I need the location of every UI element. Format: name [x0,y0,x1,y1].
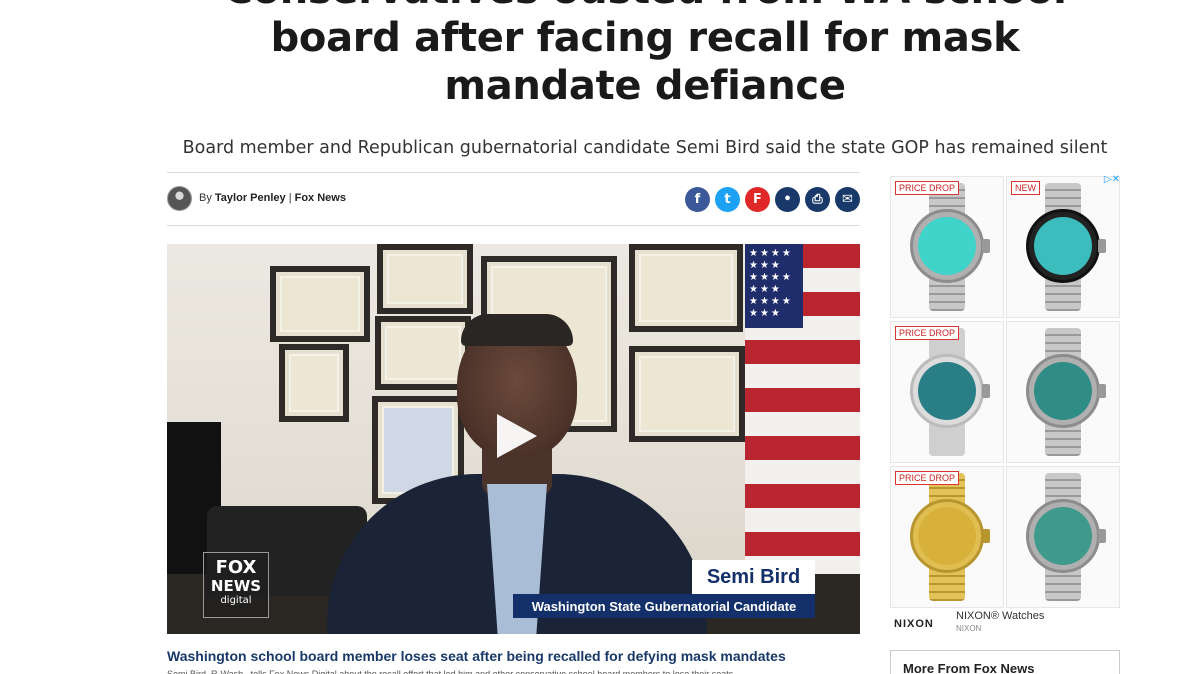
share-toolbar: f t F • ⎙ ✉ [685,187,860,212]
comment-icon[interactable]: • [775,187,800,212]
ad-footer[interactable]: NIXON NIXON® Watches NIXON [890,608,1120,636]
print-icon[interactable]: ⎙ [805,187,830,212]
ad-product-tile[interactable]: PRICE DROP [890,321,1004,463]
ad-title[interactable]: NIXON® Watches [956,610,1044,622]
lower-third-name: Semi Bird [692,560,815,594]
watch-icon [902,328,992,456]
video-caption-link[interactable]: Washington school board member loses sea… [167,648,860,664]
play-icon[interactable] [497,414,537,458]
ad-product-grid: PRICE DROP NEW PRICE DROP PRICE DROP [890,176,1120,608]
lower-third-title: Washington State Gubernatorial Candidate [513,594,815,618]
nixon-logo: NIXON [894,618,934,630]
speaker-figure [327,314,707,634]
watch-icon [1018,328,1108,456]
watch-icon [1018,473,1108,601]
byline-separator: | [288,192,292,204]
logo-line-2: NEWS [210,577,262,595]
more-from-title: More From Fox News [903,661,1035,674]
fox-news-digital-logo: FOX NEWS digital [203,552,269,618]
watch-icon [902,183,992,311]
video-player[interactable]: ★★★★ ★★★ ★★★★ ★★★ ★★★★ ★★★ FOX NEWS digi… [167,244,860,634]
ad-product-tile[interactable] [1006,321,1120,463]
watch-icon [902,473,992,601]
wall-frame [377,244,473,314]
ad-badge: PRICE DROP [895,326,960,340]
ad-product-tile[interactable] [1006,466,1120,608]
ad-product-tile[interactable]: PRICE DROP [890,466,1004,608]
byline: By Taylor Penley | Fox News [199,192,346,204]
ad-badge: PRICE DROP [895,181,960,195]
byline-outlet-link[interactable]: Fox News [295,192,346,204]
adchoices-icon[interactable]: ▷✕ [1104,174,1120,185]
ad-product-tile[interactable]: PRICE DROP [890,176,1004,318]
article-headline: Conservatives ousted from WA school boar… [170,0,1120,110]
headline-line-3: mandate defiance [444,63,846,109]
byline-author-link[interactable]: Taylor Penley [215,192,286,204]
logo-line-3: digital [220,595,252,606]
ad-product-tile[interactable]: NEW [1006,176,1120,318]
ad-badge: NEW [1011,181,1040,195]
logo-line-1: FOX [215,557,257,578]
ad-advertiser: NIXON [956,624,982,633]
email-icon[interactable]: ✉ [835,187,860,212]
byline-prefix: By [199,192,212,204]
watch-icon [1018,183,1108,311]
byline-bar: By Taylor Penley | Fox News f t F • ⎙ ✉ [167,172,860,226]
flipboard-icon[interactable]: F [745,187,770,212]
sidebar-ad[interactable]: PRICE DROP NEW PRICE DROP PRICE DROP ▷✕ … [890,174,1120,636]
more-from-fox-news: More From Fox News [890,650,1120,674]
video-caption-description: Semi Bird, R-Wash., tells Fox News Digit… [167,669,736,674]
author-avatar[interactable] [167,186,192,211]
headline-line-1: Conservatives ousted from WA school [170,0,1120,14]
ad-badge: PRICE DROP [895,471,960,485]
twitter-icon[interactable]: t [715,187,740,212]
headline-line-2: board after facing recall for mask [270,15,1020,61]
article-subhead: Board member and Republican gubernatoria… [182,138,1108,158]
facebook-icon[interactable]: f [685,187,710,212]
